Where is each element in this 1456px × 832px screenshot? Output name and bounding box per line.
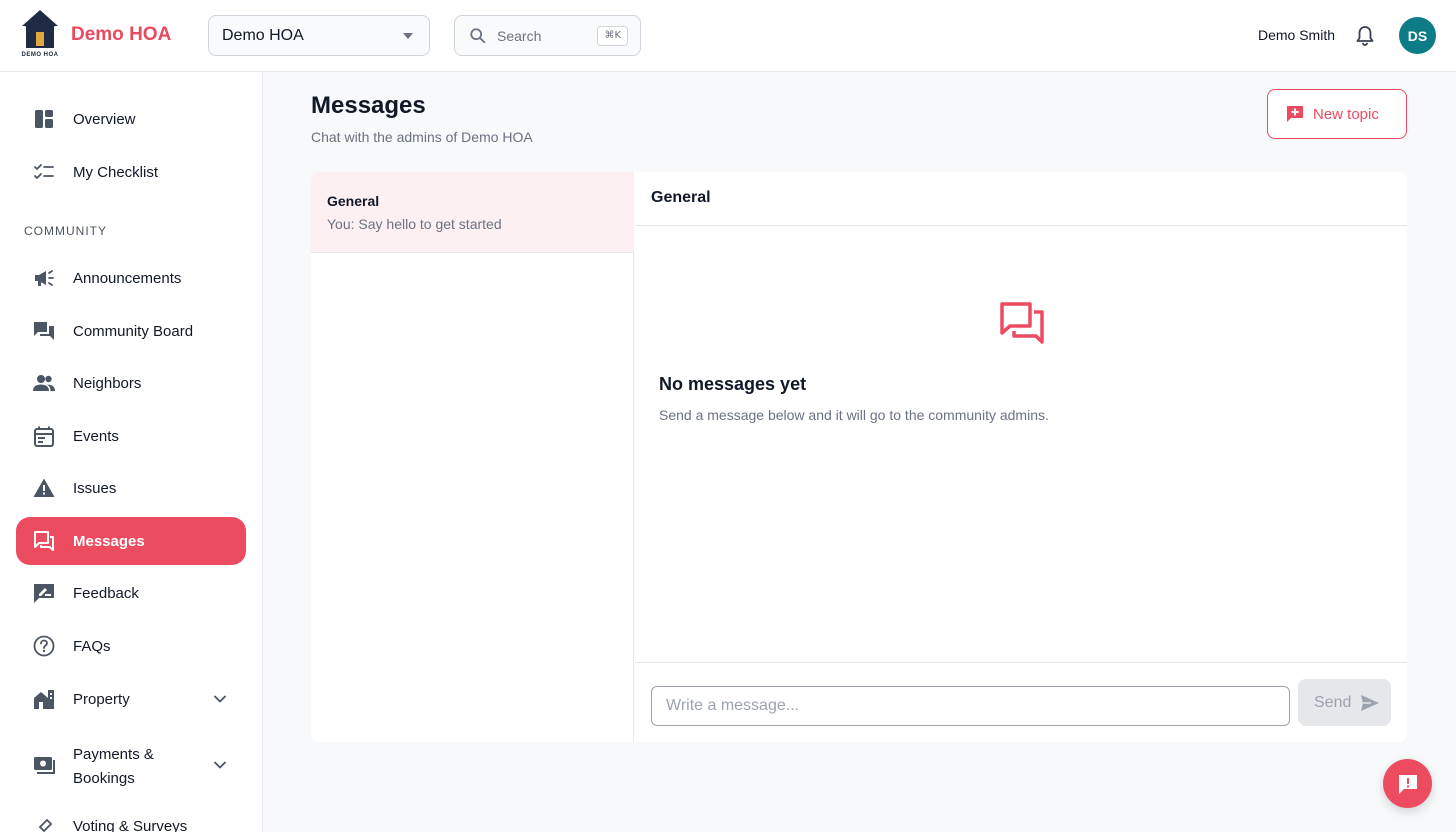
building-icon	[34, 690, 54, 709]
chevron-down-icon	[214, 695, 226, 703]
calendar-icon	[34, 426, 54, 447]
sidebar-item-feedback[interactable]: Feedback	[16, 569, 246, 617]
new-topic-button[interactable]: New topic	[1267, 89, 1407, 139]
sidebar-item-label: Community Board	[73, 322, 194, 340]
message-input[interactable]	[651, 686, 1290, 726]
new-topic-label: New topic	[1313, 105, 1379, 123]
sidebar-item-property[interactable]: Property	[16, 675, 246, 723]
messages-panel: General You: Say hello to get started Ge…	[311, 172, 1407, 742]
sidebar-item-label: FAQs	[73, 637, 111, 655]
sidebar-item-payments-bookings[interactable]: Payments & Bookings	[16, 739, 246, 791]
sidebar-item-label: Neighbors	[73, 374, 142, 392]
chat-icon	[34, 531, 54, 551]
sidebar-item-label: Announcements	[73, 269, 182, 287]
add-chat-icon	[1287, 106, 1303, 122]
sidebar-item-label: Voting & Surveys	[73, 817, 188, 832]
search-shortcut: ⌘K	[597, 26, 628, 46]
warning-icon	[33, 478, 55, 497]
chevron-down-icon	[214, 761, 226, 769]
empty-state-subtitle: Send a message below and it will go to t…	[659, 407, 1049, 423]
sidebar-item-faqs[interactable]: FAQs	[16, 622, 246, 670]
search-icon	[470, 28, 486, 44]
message-composer: Send	[635, 662, 1407, 742]
topic-preview: You: Say hello to get started	[327, 216, 502, 232]
megaphone-icon	[35, 270, 54, 286]
topic-list: General You: Say hello to get started	[311, 172, 634, 742]
sidebar-item-label-line2: Bookings	[73, 770, 135, 787]
house-logo-icon	[22, 10, 58, 48]
chat-title: General	[651, 189, 711, 206]
help-icon	[33, 635, 55, 657]
sidebar-item-overview[interactable]: Overview	[16, 95, 246, 143]
logo-caption: DEMO HOA	[21, 52, 59, 58]
sidebar-item-label: Overview	[73, 110, 136, 128]
sidebar-item-voting-surveys[interactable]: Voting & Surveys	[16, 802, 246, 832]
page-subtitle: Chat with the admins of Demo HOA	[311, 129, 533, 145]
sidebar-item-label-line1: Payments &	[73, 746, 154, 763]
chat-pane: General No messages yet Send a message b…	[635, 172, 1407, 742]
sidebar-item-label: Events	[73, 427, 119, 445]
send-label: Send	[1314, 693, 1352, 711]
hoa-select[interactable]: Demo HOA	[208, 15, 430, 56]
feedback-fab-button[interactable]	[1383, 759, 1432, 808]
sidebar-item-my-checklist[interactable]: My Checklist	[16, 148, 246, 196]
hoa-logo[interactable]: DEMO HOA	[18, 8, 62, 62]
sidebar-item-label: Payments & Bookings	[73, 743, 154, 791]
checklist-icon	[34, 164, 54, 179]
search-button[interactable]: Search ⌘K	[454, 15, 641, 56]
top-bar: DEMO HOA Demo HOA Demo HOA Search ⌘K Dem…	[0, 0, 1456, 72]
sidebar-item-label: Messages	[73, 532, 145, 550]
sidebar-item-messages[interactable]: Messages	[16, 517, 246, 565]
sidebar-item-neighbors[interactable]: Neighbors	[16, 359, 246, 407]
forum-icon	[34, 322, 54, 340]
sidebar-item-events[interactable]: Events	[16, 412, 246, 460]
sidebar-item-label: Issues	[73, 479, 117, 497]
bell-icon[interactable]	[1355, 25, 1375, 47]
chat-empty-icon	[1000, 302, 1044, 344]
sidebar-item-announcements[interactable]: Announcements	[16, 254, 246, 302]
section-label-community: COMMUNITY	[24, 224, 107, 238]
feedback-icon	[34, 584, 54, 603]
caret-down-icon	[403, 33, 413, 39]
sidebar-item-label: Feedback	[73, 584, 139, 602]
avatar[interactable]: DS	[1399, 17, 1436, 54]
page-title: Messages	[311, 92, 426, 119]
send-button[interactable]: Send	[1298, 679, 1391, 726]
sidebar: Overview My Checklist COMMUNITY Announce…	[0, 72, 263, 832]
topic-name: General	[327, 193, 380, 209]
chat-header: General	[635, 172, 1407, 226]
people-icon	[33, 375, 55, 391]
dashboard-icon	[35, 110, 53, 128]
payments-icon	[34, 757, 55, 774]
user-name[interactable]: Demo Smith	[1258, 27, 1335, 43]
sidebar-item-label: My Checklist	[73, 163, 159, 181]
sidebar-item-label: Property	[73, 690, 130, 708]
brand-name[interactable]: Demo HOA	[71, 24, 171, 46]
sidebar-item-community-board[interactable]: Community Board	[16, 307, 246, 355]
vote-icon	[38, 818, 53, 832]
send-icon	[1361, 694, 1380, 711]
sidebar-item-issues[interactable]: Issues	[16, 464, 246, 512]
hoa-select-value: Demo HOA	[222, 26, 304, 44]
search-label: Search	[497, 28, 542, 44]
topic-item-general[interactable]: General You: Say hello to get started	[311, 172, 634, 253]
report-icon	[1398, 774, 1417, 794]
empty-state-title: No messages yet	[659, 374, 807, 394]
